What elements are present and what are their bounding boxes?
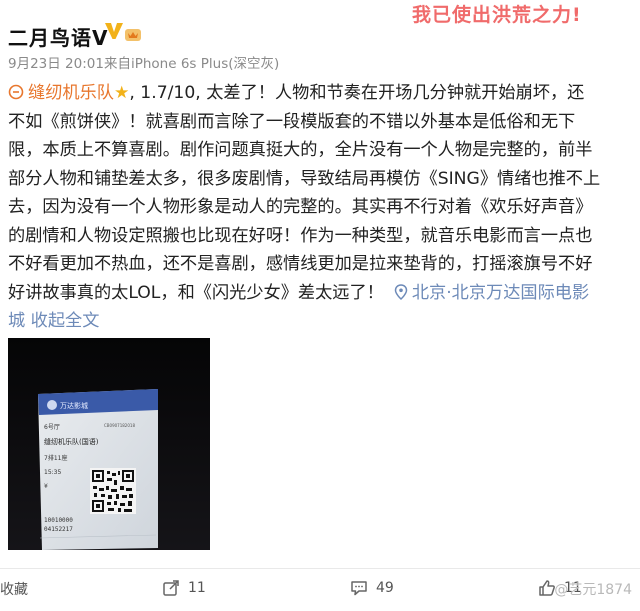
collapse-full-text-link[interactable]: 收起全文 <box>31 311 100 331</box>
location-pin-icon <box>394 283 408 300</box>
member-crown-icon <box>125 29 141 41</box>
content-line-4: 部分人物和铺垫差太多，很多废剧情，导致结局再模仿《SING》情绪也推不上 <box>8 168 601 189</box>
content-line-2: 不如《煎饼侠》！就喜剧而言除了一段模版套的不错以外基本是低俗和无下 <box>8 111 576 132</box>
post-meta: 9月23日 20:01来自iPhone 6s Plus(深空灰) <box>8 52 279 72</box>
ticket-code-1: 10010000 <box>44 517 73 524</box>
link-chain-icon <box>8 84 24 100</box>
source-prefix: 来自 <box>103 56 131 72</box>
location-link[interactable]: 北京·北京万达国际电影 <box>384 283 589 303</box>
repost-count: 11 <box>188 580 206 596</box>
content-text: , 1.7/10, 太差了！人物和节奏在开场几分钟就开始崩坏，还 <box>129 83 585 103</box>
content-line-7: 不好看更加不热血，还不是喜剧，感情线更加是拉来垫背的，打摇滚旗号不好 <box>8 254 593 274</box>
ticket-hall: 6号厅 <box>44 424 60 431</box>
username[interactable]: 二月鸟语V <box>8 22 108 51</box>
post-date[interactable]: 9月23日 20:01 <box>8 56 104 72</box>
ticket-price: ¥ <box>44 483 48 490</box>
header-banner: 我已使出洪荒之力! <box>412 4 582 26</box>
ticket-photo[interactable]: 万达影城 6号厅 CB0907182018 缝纫机乐队(国语) 7排11座 15… <box>8 338 210 550</box>
ticket-number: CB0907182018 <box>104 423 135 428</box>
weibo-watermark: @艺元1874 <box>554 582 632 598</box>
thumbs-up-icon <box>539 580 555 596</box>
ticket-movie: 缝纫机乐队(国语) <box>44 437 99 446</box>
collect-button[interactable]: 收藏 <box>0 579 28 599</box>
movie-tag-link[interactable]: 缝纫机乐队 <box>28 83 114 103</box>
comment-count: 49 <box>376 580 394 596</box>
post-header: 二月鸟语V 我已使出洪荒之力! 9月23日 20:01来自iPhone 6s P… <box>0 0 640 80</box>
content-line-5: 去，因为没有一个人物形象是动人的完整的。其实再不行对着《欢乐好声音》 <box>8 197 593 217</box>
verified-v-icon <box>105 23 123 39</box>
repost-button[interactable]: 11 <box>162 579 206 597</box>
comment-button[interactable]: 49 <box>350 579 394 597</box>
comment-icon <box>351 581 367 596</box>
content-text: 好讲故事真的太LOL，和《闪光少女》差太远了！ <box>8 282 384 303</box>
content-line-8: 好讲故事真的太LOL，和《闪光少女》差太远了！ 北京·北京万达国际电影 <box>8 279 628 308</box>
content-line-9: 城 收起全文 <box>8 307 628 336</box>
post-action-bar: 收藏 11 49 11 @艺元1874 <box>0 568 640 611</box>
star-icon: ★ <box>113 83 130 103</box>
ticket-image: 万达影城 6号厅 CB0907182018 缝纫机乐队(国语) 7排11座 15… <box>8 338 210 550</box>
location-text-cont[interactable]: 城 <box>8 311 25 331</box>
ticket-seat: 7排11座 <box>44 454 67 462</box>
post-device[interactable]: iPhone 6s Plus(深空灰) <box>131 56 279 72</box>
ticket-code-2: 04152217 <box>44 526 73 533</box>
content-line-6: 的剧情和人物设定照搬也比现在好呀！作为一种类型，就音乐电影而言一点也 <box>8 225 593 246</box>
ticket-time: 15:35 <box>44 469 61 476</box>
location-text[interactable]: 北京·北京万达国际电影 <box>412 283 589 303</box>
ticket-cinema: 万达影城 <box>60 401 88 410</box>
repost-icon <box>163 580 179 596</box>
content-line-1: 缝纫机乐队★, 1.7/10, 太差了！人物和节奏在开场几分钟就开始崩坏，还 <box>8 79 628 108</box>
post-content: 缝纫机乐队★, 1.7/10, 太差了！人物和节奏在开场几分钟就开始崩坏，还 不… <box>8 79 628 336</box>
content-line-3: 限，本质上不算喜剧。剧作问题真挺大的，全片没有一个人物是完整的，前半 <box>8 140 593 160</box>
collect-label: 收藏 <box>0 582 28 598</box>
